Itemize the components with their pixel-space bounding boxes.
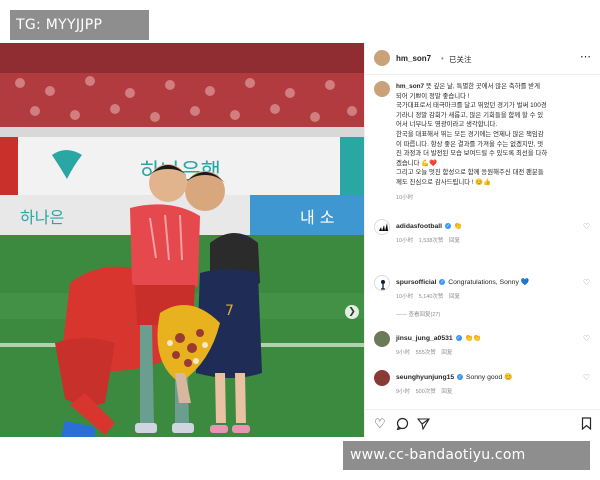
reply-button[interactable]: 回复 <box>449 294 460 300</box>
reply-button[interactable]: 回复 <box>441 389 452 395</box>
post-header: hm_son7 • 已关注 ⋯ <box>365 43 600 75</box>
caption-avatar[interactable] <box>374 81 390 97</box>
caption-line: 한국을 대표해서 뛰는 모든 경기에는 언제나 많은 책임감 <box>396 130 544 138</box>
caption-line: 진 과정과 더 발전된 모습 보여드릴 수 있도록 최선을 다하 <box>396 150 548 158</box>
comment-like-heart-icon[interactable]: ♡ <box>583 373 590 382</box>
comment-username[interactable]: jinsu_jung_a0531 <box>396 335 453 342</box>
comment-line: adidasfootball ✓ 👏 <box>396 222 462 230</box>
comment-likes[interactable]: 5,140次赞 <box>419 294 444 300</box>
jersey-number: 7 <box>225 303 234 319</box>
caption-line: 께도 진심으로 감사드립니다 ! 😊👍 <box>396 178 492 186</box>
reply-button[interactable]: 回复 <box>449 238 460 244</box>
caption-text: hm_son7 뜻 깊은 날, 특별한 곳에서 많은 축하를 받게 되어 기쁘이… <box>396 82 592 188</box>
comment-meta: 10小时 1,538次赞 回复 <box>396 236 460 244</box>
caption-line: 국가대표로서 태극마크를 달고 뛰었던 경기가 벌써 100경 <box>396 102 547 110</box>
comment-item: jinsu_jung_a0531 ✓ 👏👏 9小时 555次赞 回复 ♡ <box>365 331 600 367</box>
header-separator: • <box>441 54 444 63</box>
caption-line: 어서 너무나도 영광이라고 생각합니다. <box>396 121 498 129</box>
post-actions-bar: ♡ <box>365 409 600 437</box>
comment-likes[interactable]: 555次赞 <box>416 350 436 356</box>
comment-username[interactable]: spursofficial <box>396 279 436 286</box>
user-avatar-icon[interactable] <box>374 370 390 386</box>
comment-likes[interactable]: 1,538次赞 <box>419 238 444 244</box>
comment-like-heart-icon[interactable]: ♡ <box>583 278 590 287</box>
next-image-button[interactable]: ❯ <box>345 305 359 319</box>
comment-time: 9小时 <box>396 350 411 356</box>
post-sidebar: hm_son7 • 已关注 ⋯ hm_son7 뜻 깊은 날, 특별한 곳에서 … <box>364 43 600 437</box>
verified-badge-icon: ✓ <box>455 335 462 342</box>
board-text-left: 하나은 <box>20 208 64 227</box>
comment-time: 9小时 <box>396 389 411 395</box>
caption-line: 겠습니다 💪❤️ <box>396 159 438 167</box>
caption-time: 10小时 <box>396 195 414 201</box>
caption-line: 뜻 깊은 날, 특별한 곳에서 많은 축하를 받게 <box>425 83 540 90</box>
photo-illustration: 하나은행 하나은 내 소 <box>0 43 364 437</box>
comment-time: 10小时 <box>396 294 414 300</box>
more-options-icon[interactable]: ⋯ <box>580 50 591 63</box>
comment-username[interactable]: seunghyunjung15 <box>396 374 454 381</box>
caption-line: 그리고 오늘 멋진 함성으로 함께 응원해주신 대전 팬분들 <box>396 169 544 177</box>
view-replies-link[interactable]: —— 查看回复(27) <box>396 310 440 318</box>
verified-badge-icon: ✓ <box>444 223 451 230</box>
comment-meta: 9小时 555次赞 回复 <box>396 348 452 356</box>
comment-item: adidasfootball ✓ 👏 10小时 1,538次赞 回复 ♡ <box>365 219 600 255</box>
following-button[interactable]: 已关注 <box>449 54 472 65</box>
comment-time: 10小时 <box>396 238 414 244</box>
instagram-post-screenshot: TG: MYYJJPP 하나은행 하나은 <box>0 0 600 480</box>
comment-text: Congratulations, Sonny 💙 <box>448 279 530 286</box>
comment-like-heart-icon[interactable]: ♡ <box>583 334 590 343</box>
comment-line: jinsu_jung_a0531 ✓ 👏👏 <box>396 334 481 342</box>
watermark-bottom: www.cc-bandaotiyu.com <box>343 441 590 470</box>
comment-line: seunghyunjung15 ✓ Sonny good 😊 <box>396 373 513 381</box>
comment-text: Sonny good 😊 <box>465 374 513 381</box>
caption-line: 기라니 정말 감회가 새롭고, 많은 기회들을 함께 할 수 있 <box>396 111 544 119</box>
caption-line: 이 따릅니다. 항상 좋은 결과를 가져올 수는 없겠지만, 멋 <box>396 140 544 148</box>
bookmark-icon[interactable] <box>581 417 592 432</box>
comment-text: 👏 <box>453 223 463 230</box>
verified-badge-icon: ✓ <box>457 374 464 381</box>
comment-line: spursofficial ✓ Congratulations, Sonny 💙 <box>396 278 529 286</box>
comment-text: 👏👏 <box>464 335 482 342</box>
comment-likes[interactable]: 500次赞 <box>416 389 436 395</box>
share-icon[interactable] <box>416 417 430 432</box>
reply-button[interactable]: 回复 <box>441 350 452 356</box>
board-text-right: 내 소 <box>300 208 335 227</box>
post-photo[interactable]: 하나은행 하나은 내 소 <box>0 43 364 437</box>
comment-item: seunghyunjung15 ✓ Sonny good 😊 9小时 500次赞… <box>365 370 600 406</box>
comment-meta: 9小时 500次赞 回复 <box>396 387 452 395</box>
caption-username[interactable]: hm_son7 <box>396 83 424 90</box>
post-username[interactable]: hm_son7 <box>396 54 431 63</box>
verified-badge-icon: ✓ <box>439 279 446 286</box>
comment-like-heart-icon[interactable]: ♡ <box>583 222 590 231</box>
comment-item: spursofficial ✓ Congratulations, Sonny 💙… <box>365 275 600 318</box>
profile-avatar[interactable] <box>374 50 390 66</box>
comment-username[interactable]: adidasfootball <box>396 223 442 230</box>
watermark-top: TG: MYYJJPP <box>10 10 149 40</box>
caption-line: 되어 기쁘이 정말 좋습니다 ! <box>396 92 470 100</box>
comment-icon[interactable] <box>396 417 409 432</box>
adidas-logo-icon[interactable] <box>374 219 390 235</box>
comment-meta: 10小时 5,140次赞 回复 <box>396 292 460 300</box>
spurs-logo-icon[interactable] <box>374 275 390 291</box>
heart-icon[interactable]: ♡ <box>374 417 386 430</box>
user-avatar-icon[interactable] <box>374 331 390 347</box>
